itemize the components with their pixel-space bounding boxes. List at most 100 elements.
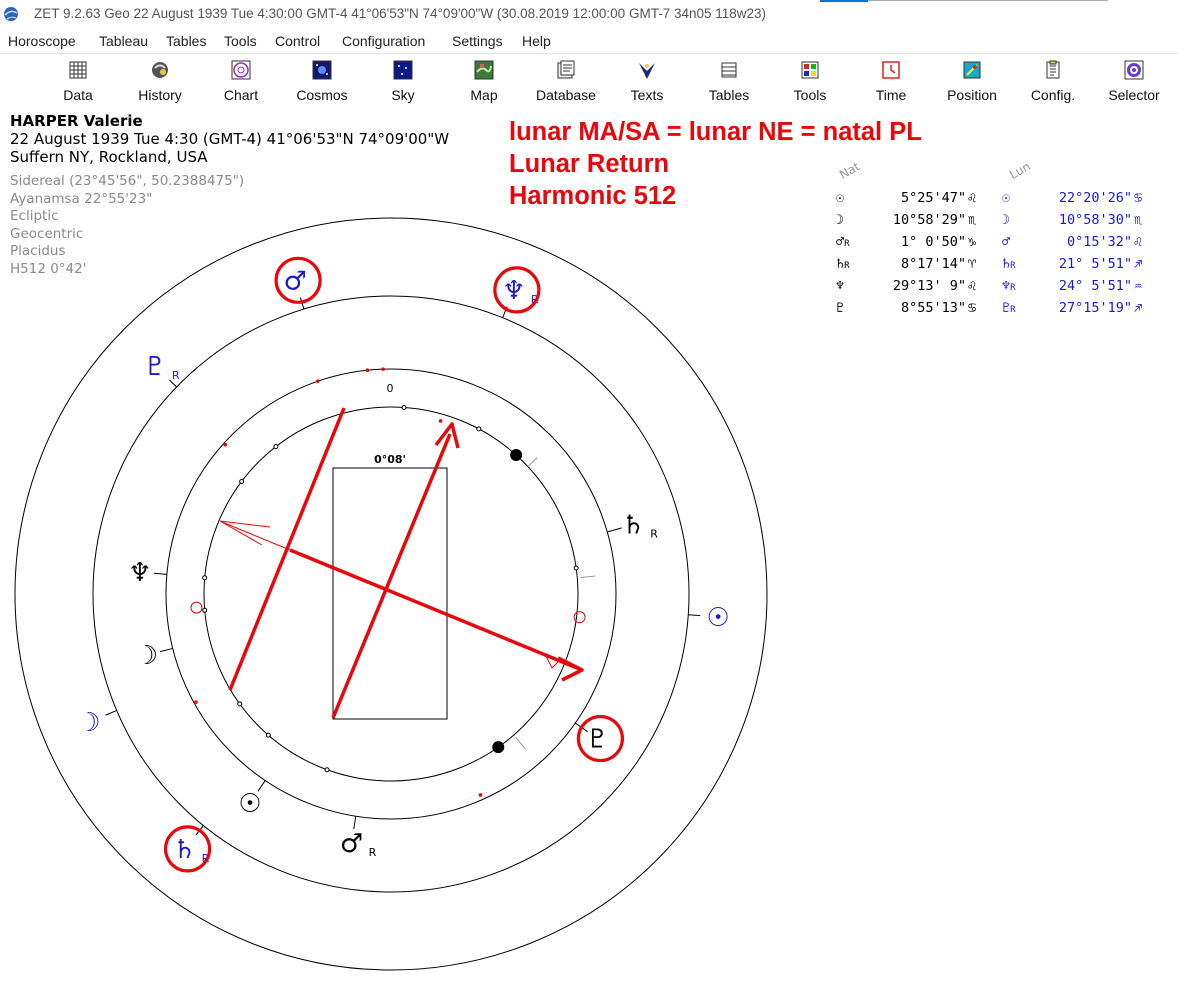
red-dot: [381, 367, 385, 371]
inner-ring-dot: [202, 575, 208, 581]
aspect-arrow-head: [557, 656, 584, 682]
natal-saturn-icon[interactable]: ♄: [622, 511, 645, 541]
lunar-sun-icon[interactable]: ☉: [707, 603, 730, 633]
inner-ring-dot: [239, 478, 245, 484]
lunar-sign-icon: ♋: [1134, 190, 1143, 206]
orb-box: [332, 467, 448, 720]
natal-sun-icon[interactable]: ☉: [238, 789, 261, 819]
natal-position-value: 8°17'14": [900, 256, 966, 272]
lunar-position-value: 21° 5'51": [1058, 256, 1132, 272]
inner-ring-dot: [202, 607, 208, 613]
lunar-sign-icon: ♐: [1134, 300, 1143, 316]
retrograde-marker: R: [650, 528, 658, 541]
inner-ring-dot: [273, 444, 279, 450]
lunar-position-value: 22°20'26": [1058, 190, 1132, 206]
lunar-position-value: 0°15'32": [1066, 234, 1132, 250]
natal-row-pluto: ♇ 8°55'13" ♋: [836, 300, 986, 322]
inner-ring-dot: [476, 426, 482, 432]
lunar-row-neptune: ♆R 24° 5'51" ♒: [1002, 278, 1152, 300]
grey-spoke: [527, 457, 538, 467]
red-ring-marker: [190, 601, 203, 614]
red-dot: [438, 419, 443, 423]
natal-sign-icon: ♈: [968, 256, 977, 272]
natal-moon-icon: ☽: [836, 212, 845, 228]
aspect-line: [221, 521, 291, 551]
natal-sign-icon: ♋: [968, 300, 977, 316]
lunar-sign-icon: ♐: [1134, 256, 1143, 272]
natal-saturn-icon: ♄R: [836, 256, 850, 272]
chart-planets: ♂ ♆ R♇ R☉☽♄ R♄ R♇♂ R☉☽♆: [77, 256, 730, 873]
lunar-sun-icon: ☉: [1002, 190, 1011, 206]
midpoint-dot: [510, 449, 523, 462]
natal-neptune-icon[interactable]: ♆: [128, 558, 151, 588]
lunar-mars-icon[interactable]: ♂: [283, 266, 306, 296]
inner-ring-dot: [401, 404, 407, 410]
outer-ring: [14, 217, 768, 971]
lunar-sign-icon: ♌: [1134, 234, 1143, 250]
natal-sign-icon: ♏: [968, 212, 977, 228]
lunar-moon-icon[interactable]: ☽: [77, 708, 100, 738]
grey-spoke: [515, 737, 526, 750]
inner-ring-dot: [265, 732, 271, 738]
ring-tick: [688, 614, 701, 617]
retrograde-marker: R: [369, 846, 377, 859]
natal-neptune-icon: ♆: [836, 278, 845, 294]
natal-row-mars: ♂R 1° 0'50" ♑: [836, 234, 986, 256]
red-dot: [315, 379, 320, 384]
natal-row-saturn: ♄R 8°17'14" ♈: [836, 256, 986, 278]
red-dot: [194, 700, 198, 704]
natal-position-value: 29°13' 9": [892, 278, 966, 294]
grey-spoke: [580, 575, 596, 578]
red-dot: [365, 368, 370, 373]
aspect-line: [289, 548, 583, 672]
lunar-neptune-icon: ♆R: [1002, 278, 1016, 294]
lunar-pluto-icon: ♇R: [1002, 300, 1016, 316]
retrograde-marker: R: [844, 239, 850, 249]
ring-tick: [159, 647, 173, 653]
natal-position-value: 8°55'13": [900, 300, 966, 316]
natal-row-neptune: ♆ 29°13' 9" ♌: [836, 278, 986, 300]
lunar-neptune-icon[interactable]: ♆: [502, 276, 525, 306]
red-ring-marker: [573, 611, 586, 624]
retrograde-marker: R: [172, 369, 180, 382]
lunar-row-sun: ☉ 22°20'26" ♋: [1002, 190, 1152, 212]
retrograde-marker: R: [1010, 305, 1016, 315]
natal-pluto-icon: ♇: [836, 300, 845, 316]
red-dot: [478, 793, 483, 797]
lunar-moon-icon: ☽: [1002, 212, 1011, 228]
natal-position-value: 10°58'29": [892, 212, 966, 228]
lunar-position-value: 24° 5'51": [1058, 278, 1132, 294]
lunar-saturn-icon[interactable]: ♄: [173, 835, 196, 865]
natal-position-value: 1° 0'50": [900, 234, 966, 250]
natal-mars-icon[interactable]: ♂: [340, 829, 363, 859]
lunar-position-value: 27°15'19": [1058, 300, 1132, 316]
lunar-position-value: 10°58'30": [1058, 212, 1132, 228]
lunar-row-saturn: ♄R 21° 5'51" ♐: [1002, 256, 1152, 278]
natal-pluto-icon[interactable]: ♇: [586, 725, 609, 755]
position-table: Nat Lun ☉ 5°25'47" ♌ ☽ 10°58'29" ♏ ♂R 1° 0'50" ♑…: [836, 159, 1172, 322]
ring-tick: [153, 572, 167, 575]
retrograde-marker: R: [1010, 261, 1016, 271]
ring-tick: [105, 709, 117, 716]
ring-tick: [607, 527, 622, 533]
natal-row-moon: ☽ 10°58'29" ♏: [836, 212, 986, 234]
lunar-row-mars: ♂ 0°15'32" ♌: [1002, 234, 1152, 256]
natal-moon-icon[interactable]: ☽: [135, 641, 158, 671]
inner-ring-dot: [237, 701, 243, 707]
lunar-mars-icon: ♂: [1002, 234, 1011, 250]
chart-marks: [105, 297, 701, 836]
retrograde-marker: R: [844, 261, 850, 271]
astro-chart-wheel[interactable]: 0 0°08' ♂ ♆ R♇ R☉☽♄ R♄ R♇♂ R☉☽♆: [0, 0, 1178, 1005]
orb-label: 0°08': [374, 453, 406, 466]
inner-ring-dot: [573, 565, 579, 571]
natal-ring: [165, 368, 617, 820]
natal-sign-icon: ♌: [968, 278, 977, 294]
inner-ring-dot: [324, 767, 330, 773]
lunar-pluto-icon[interactable]: ♇: [143, 352, 166, 382]
natal-mars-icon: ♂R: [836, 234, 850, 250]
ring-tick: [353, 816, 357, 830]
lunar-row-moon: ☽ 10°58'30" ♏: [1002, 212, 1152, 234]
natal-sign-icon: ♑: [968, 234, 977, 250]
red-dot: [223, 442, 228, 447]
natal-position-value: 5°25'47": [900, 190, 966, 206]
